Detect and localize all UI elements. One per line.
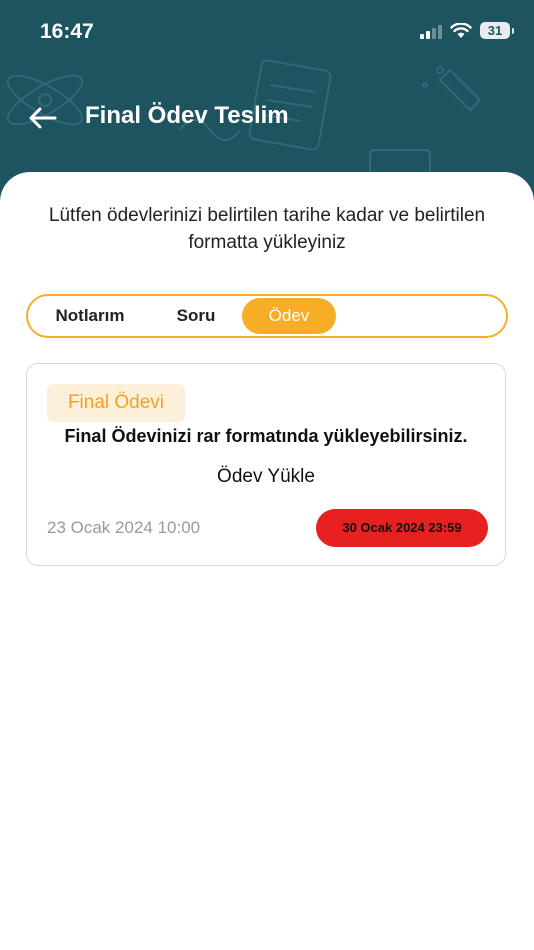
status-icons: 31 — [420, 22, 514, 39]
tab-odev[interactable]: Ödev — [242, 298, 336, 334]
wifi-icon — [450, 22, 472, 38]
tab-notlarim[interactable]: Notlarım — [40, 298, 140, 334]
instruction-text: Lütfen ödevlerinizi belirtilen tarihe ka… — [48, 205, 486, 253]
deadline-badge: 30 Ocak 2024 23:59 — [316, 509, 488, 547]
tab-soru[interactable]: Soru — [148, 298, 244, 334]
assignment-description: Final Ödevinizi rar formatında yükleyebi… — [64, 426, 468, 446]
battery-icon: 31 — [480, 22, 514, 39]
app-header: 16:47 31 Final Ödev Teslim — [0, 0, 534, 200]
cellular-signal-icon — [420, 23, 442, 39]
back-button[interactable] — [28, 103, 58, 133]
assignment-badge: Final Ödevi — [47, 384, 185, 422]
upload-assignment-button[interactable]: Ödev Yükle — [27, 466, 505, 488]
segment-tabs: Notlarım Soru Ödev — [26, 294, 508, 338]
arrow-left-icon — [29, 107, 57, 129]
page-title: Final Ödev Teslim — [85, 102, 289, 129]
start-date: 23 Ocak 2024 10:00 — [47, 518, 201, 537]
assignment-card: Final Ödevi Final Ödevinizi rar formatın… — [26, 363, 506, 566]
status-time: 16:47 — [40, 20, 94, 43]
